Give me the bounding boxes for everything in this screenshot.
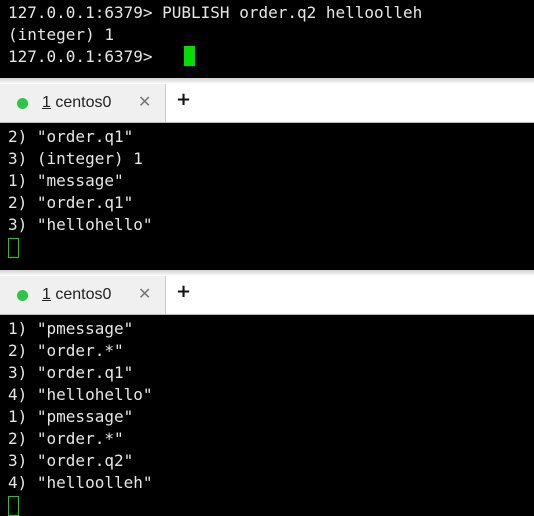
new-tab-icon[interactable]: +	[176, 90, 191, 110]
new-tab-icon[interactable]: +	[176, 282, 191, 302]
close-tab-icon[interactable]: ✕	[138, 92, 151, 112]
terminal-line: 3) "order.q1"	[8, 363, 134, 382]
terminal-pane-middle[interactable]: 2) "order.q1" 3) (integer) 1 1) "message…	[0, 123, 534, 268]
terminal-pane-bottom[interactable]: 1) "pmessage" 2) "order.*" 3) "order.q1"…	[0, 315, 534, 516]
terminal-cursor	[8, 496, 19, 516]
terminal-line: 1) "pmessage"	[8, 407, 134, 426]
terminal-line: 2) "order.q1"	[8, 127, 134, 146]
terminal-line: 1) "message"	[8, 171, 124, 190]
terminal-cursor	[184, 46, 195, 66]
terminal-line: 2) "order.*"	[8, 429, 124, 448]
connection-status-dot	[17, 290, 28, 301]
terminal-line: 4) "hellohello"	[8, 385, 153, 404]
connection-status-dot	[17, 98, 28, 109]
tab-bar-bottom: 1 centos0 ✕ +	[0, 270, 534, 315]
tab-centos0[interactable]: 1 centos0 ✕	[0, 276, 166, 314]
terminal-line: 3) (integer) 1	[8, 149, 143, 168]
terminal-line: 3) "order.q2"	[8, 451, 134, 470]
terminal-cursor	[8, 238, 19, 258]
terminal-pane-top[interactable]: 127.0.0.1:6379> PUBLISH order.q2 hellool…	[0, 0, 534, 72]
tab-number: 1	[42, 94, 51, 111]
tab-label: 1 centos0	[42, 285, 111, 305]
close-tab-icon[interactable]: ✕	[138, 284, 151, 304]
tab-title: centos0	[50, 94, 112, 111]
terminal-line: 2) "order.q1"	[8, 193, 134, 212]
tab-bar-middle: 1 centos0 ✕ +	[0, 78, 534, 123]
terminal-line: 1) "pmessage"	[8, 319, 134, 338]
terminal-line: 4) "helloolleh"	[8, 473, 153, 492]
terminal-line: 2) "order.*"	[8, 341, 124, 360]
terminal-line: 127.0.0.1:6379> PUBLISH order.q2 hellool…	[8, 3, 423, 22]
tab-label: 1 centos0	[42, 93, 111, 113]
terminal-prompt-line: 127.0.0.1:6379>	[8, 47, 163, 66]
tab-centos0[interactable]: 1 centos0 ✕	[0, 84, 166, 122]
tab-number: 1	[42, 286, 51, 303]
tab-title: centos0	[50, 286, 112, 303]
terminal-line: 3) "hellohello"	[8, 215, 153, 234]
terminal-line: (integer) 1	[8, 25, 114, 44]
